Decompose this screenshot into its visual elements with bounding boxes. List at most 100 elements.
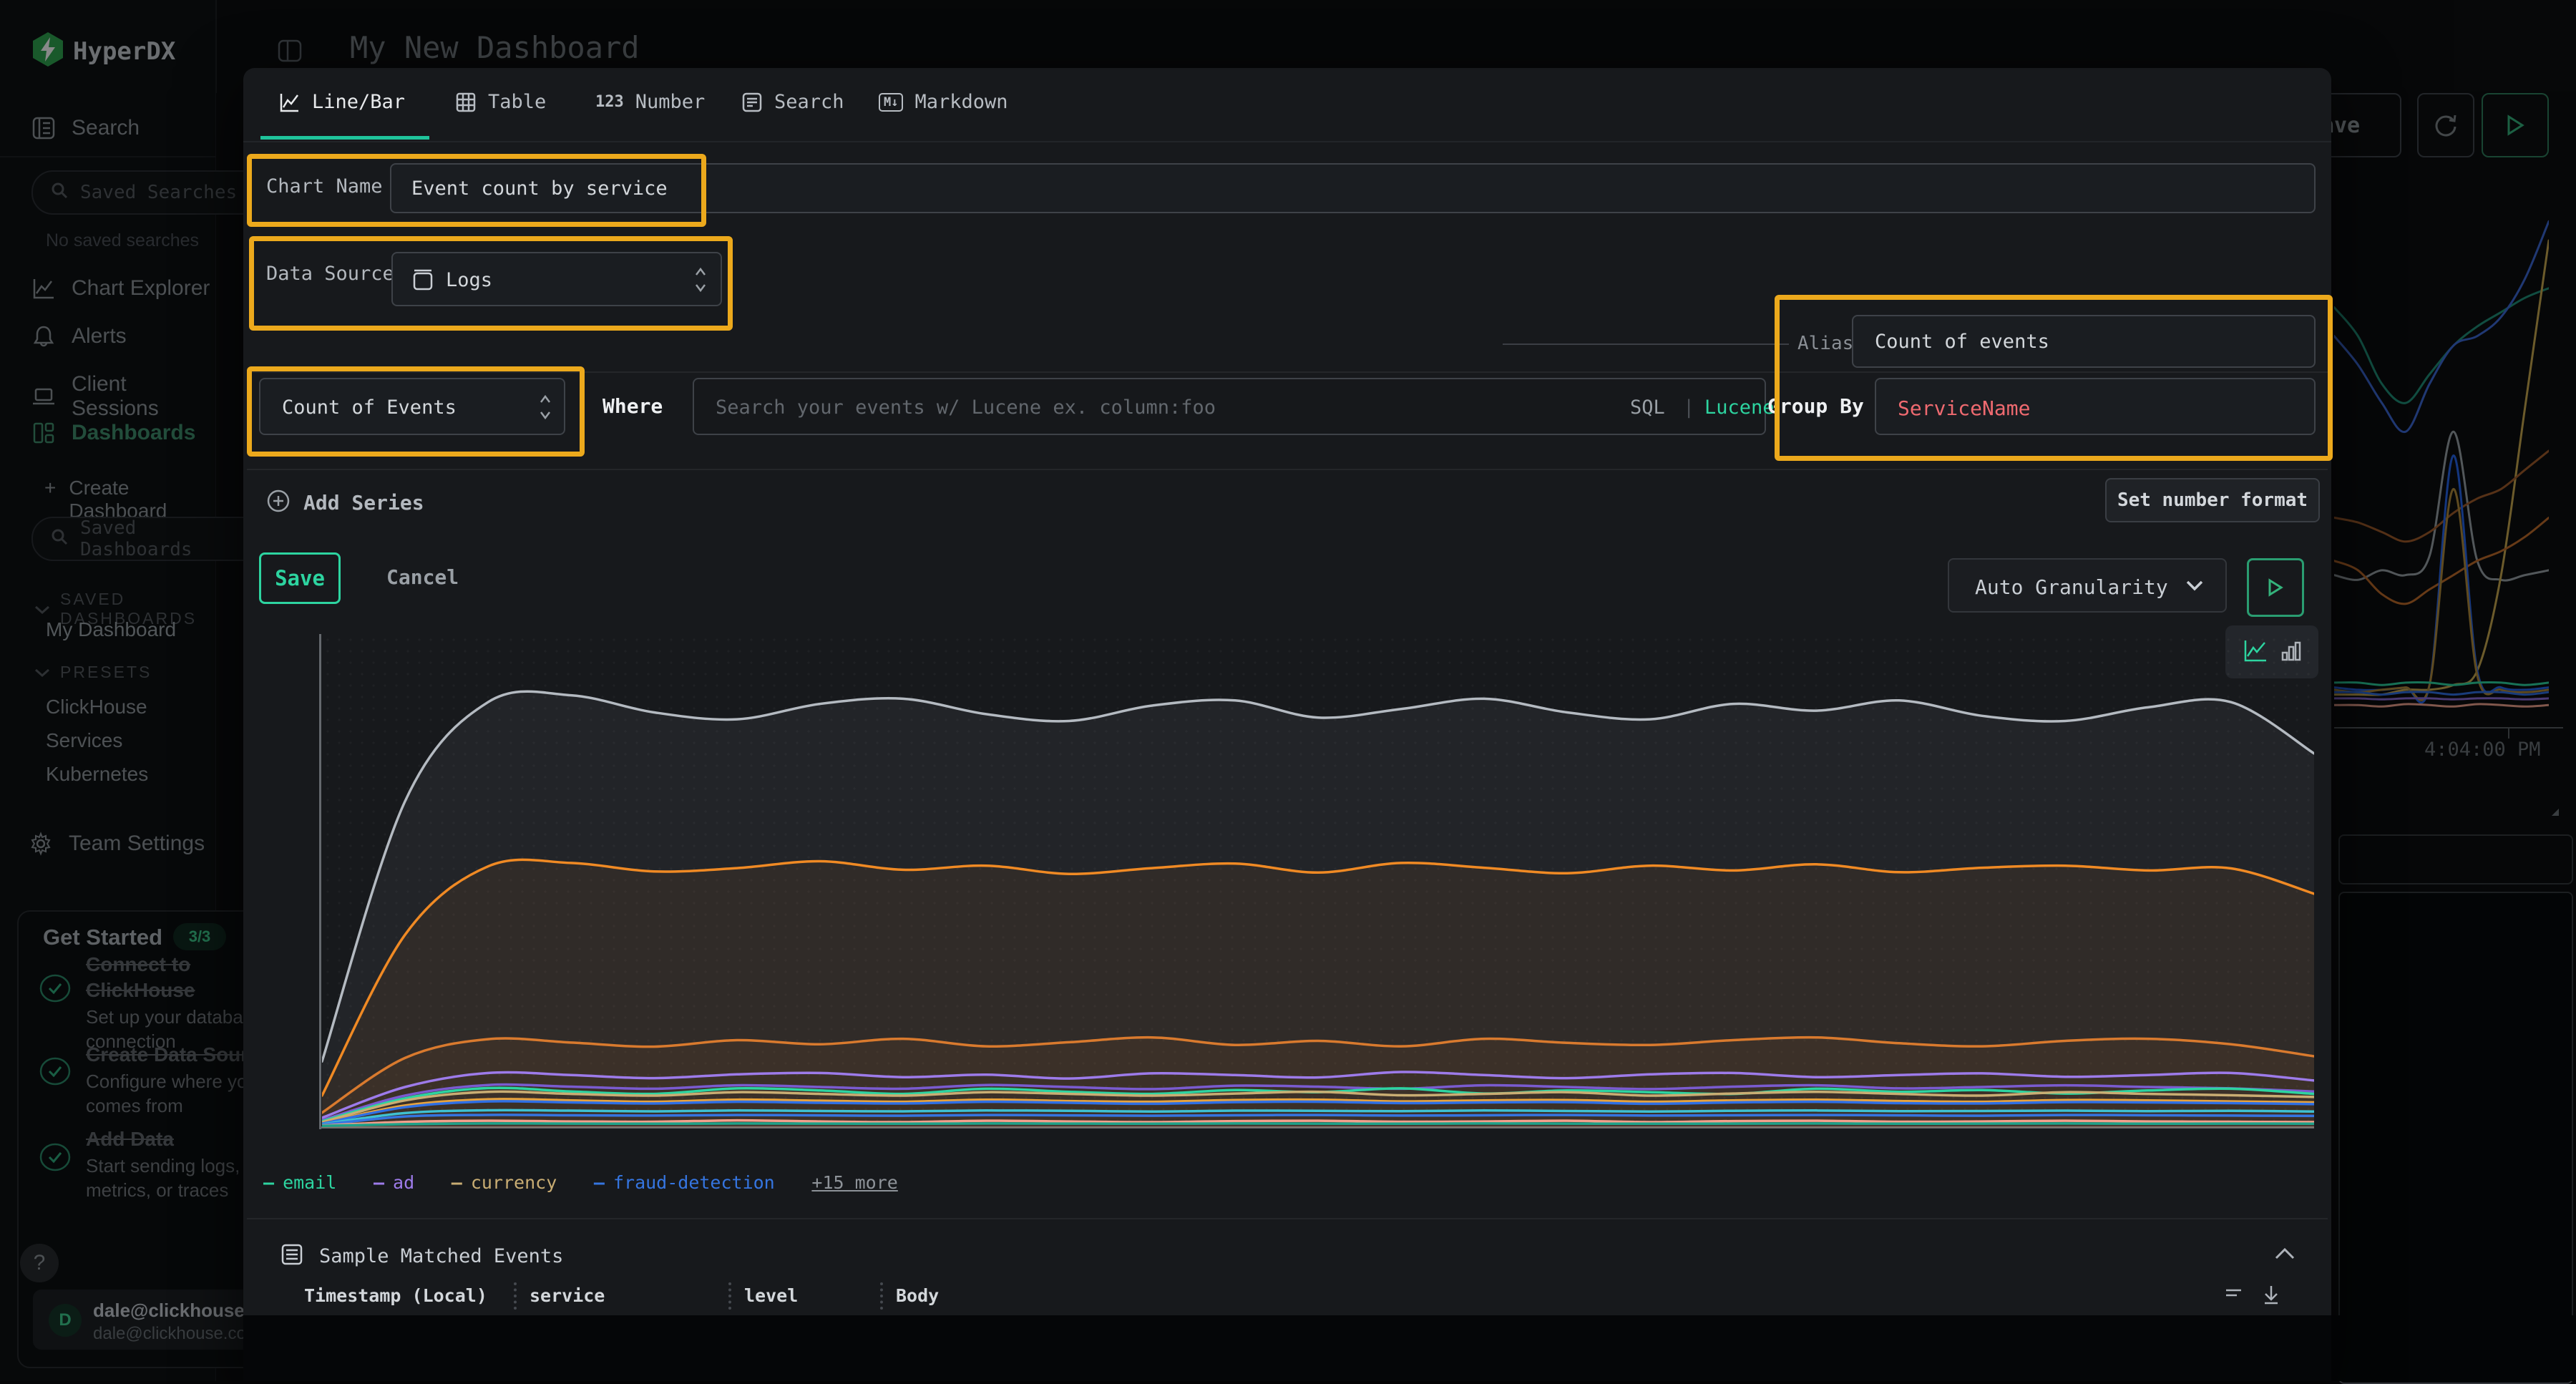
- no-saved-searches-text: No saved searches: [46, 230, 199, 251]
- chart-run-button[interactable]: [2247, 558, 2304, 617]
- column-separator[interactable]: [880, 1282, 883, 1310]
- legend-more-link[interactable]: +15 more: [811, 1172, 897, 1193]
- page-title: My New Dashboard: [350, 30, 640, 65]
- sidebar-item-my-dashboard[interactable]: My Dashboard: [46, 618, 176, 641]
- column-header-body[interactable]: Body: [896, 1285, 939, 1306]
- aggregation-select[interactable]: Count of Events: [259, 378, 565, 435]
- chevron-down-icon: [34, 600, 50, 619]
- tab-line-bar[interactable]: Line/Bar: [279, 91, 405, 113]
- gear-icon: [29, 832, 53, 856]
- save-button[interactable]: Save: [259, 552, 341, 604]
- sidebar-item-search[interactable]: Search: [31, 116, 140, 140]
- tab-label: Number: [635, 91, 706, 113]
- legend-swatch: —: [452, 1172, 462, 1193]
- data-source-select[interactable]: Logs: [391, 252, 722, 306]
- tab-markdown[interactable]: M↓ Markdown: [879, 91, 1008, 113]
- download-icon[interactable]: [2261, 1283, 2281, 1309]
- check-circle-icon: [39, 1142, 72, 1172]
- alias-input[interactable]: Count of events: [1852, 315, 2316, 368]
- tab-table[interactable]: Table: [455, 91, 546, 113]
- chart-name-input[interactable]: Event count by service: [390, 163, 2316, 213]
- sql-mode-toggle[interactable]: SQL: [1630, 396, 1665, 419]
- refresh-icon: [2431, 111, 2460, 140]
- background-chart-tick: [2508, 727, 2509, 739]
- sidebar-item-label: Client Sessions: [72, 372, 215, 421]
- mode-separator: |: [1683, 396, 1694, 419]
- collapse-chevron-up-icon[interactable]: [2274, 1247, 2296, 1263]
- granularity-value: Auto Granularity: [1975, 575, 2168, 599]
- section-label: PRESETS: [60, 663, 152, 682]
- section-divider: [247, 371, 2328, 373]
- tab-label: Line/Bar: [312, 91, 405, 113]
- number-123-icon: 123: [595, 93, 624, 111]
- legend-item[interactable]: — fraud-detection: [594, 1172, 775, 1193]
- background-chart-time-label: 4:04:00 PM: [2424, 739, 2541, 761]
- chart-name-label: Chart Name: [266, 175, 383, 198]
- sidebar-item-team-settings[interactable]: Team Settings: [29, 832, 205, 856]
- tab-label: Markdown: [914, 91, 1008, 113]
- sort-icon[interactable]: [2224, 1286, 2248, 1309]
- y-axis-line: [319, 634, 321, 1129]
- legend-item[interactable]: — ad: [374, 1172, 414, 1193]
- panel-resize-handle[interactable]: [2545, 801, 2560, 817]
- where-label: Where: [602, 394, 663, 418]
- check-circle-icon: [39, 973, 72, 1003]
- column-header-level[interactable]: level: [744, 1285, 798, 1306]
- hyperdx-logo-icon[interactable]: [31, 31, 64, 67]
- get-started-title: Get Started: [43, 925, 162, 950]
- bell-icon: [31, 324, 56, 349]
- refresh-button[interactable]: [2417, 93, 2474, 157]
- group-by-input[interactable]: ServiceName: [1875, 378, 2316, 435]
- section-presets[interactable]: PRESETS: [34, 663, 152, 682]
- list-icon: [280, 1243, 303, 1269]
- legend-item[interactable]: — email: [263, 1172, 336, 1193]
- lucene-mode-toggle[interactable]: Lucene: [1704, 396, 1775, 419]
- alias-value: Count of events: [1875, 331, 2314, 353]
- create-dashboard-button[interactable]: + Create Dashboard: [44, 477, 215, 522]
- line-chart-icon: [31, 276, 56, 301]
- markdown-icon: M↓: [879, 93, 903, 112]
- magnifier-icon: [50, 527, 69, 551]
- column-header-timestamp[interactable]: Timestamp (Local): [304, 1285, 487, 1306]
- help-button[interactable]: ?: [20, 1244, 59, 1282]
- saved-searches-input[interactable]: Saved Searches: [31, 170, 276, 215]
- add-series-button[interactable]: Add Series: [266, 489, 424, 516]
- dashboard-run-button[interactable]: [2482, 93, 2549, 157]
- sidebar-item-services[interactable]: Services: [46, 729, 122, 752]
- legend-label: email: [283, 1172, 336, 1193]
- background-panel-box: [2338, 834, 2573, 885]
- column-separator[interactable]: [514, 1282, 517, 1310]
- sidebar-item-client-sessions[interactable]: Client Sessions: [31, 372, 215, 421]
- main-chart-svg[interactable]: [322, 634, 2314, 1128]
- play-icon: [2268, 578, 2283, 597]
- sidebar-item-label: Dashboards: [72, 421, 195, 445]
- chevron-down-icon: [34, 663, 50, 682]
- sidebar-item-dashboards[interactable]: Dashboards: [31, 421, 195, 445]
- tab-number[interactable]: 123 Number: [595, 91, 705, 113]
- saved-dashboards-input[interactable]: Saved Dashboards: [31, 517, 276, 561]
- magnifier-icon: [50, 181, 69, 205]
- cancel-button[interactable]: Cancel: [386, 565, 459, 589]
- legend-item[interactable]: — currency: [452, 1172, 557, 1193]
- column-separator[interactable]: [728, 1282, 731, 1310]
- select-chevrons-icon: [693, 263, 708, 299]
- set-number-format-button[interactable]: Set number format: [2105, 478, 2320, 522]
- aggregation-value: Count of Events: [282, 396, 457, 419]
- where-placeholder: Search your events w/ Lucene ex. column:…: [716, 396, 1216, 419]
- sidebar-item-clickhouse[interactable]: ClickHouse: [46, 696, 147, 718]
- column-header-service[interactable]: service: [530, 1285, 605, 1306]
- sample-events-title: Sample Matched Events: [319, 1245, 563, 1267]
- background-panel-box: [2338, 892, 2573, 1384]
- sidebar-item-kubernetes[interactable]: Kubernetes: [46, 763, 148, 786]
- sidebar-item-alerts[interactable]: Alerts: [31, 324, 127, 349]
- sample-events-header[interactable]: Sample Matched Events: [280, 1243, 563, 1269]
- add-series-label: Add Series: [303, 491, 424, 515]
- sidebar-item-chart-explorer[interactable]: Chart Explorer: [31, 276, 210, 301]
- tab-search[interactable]: Search: [741, 91, 844, 113]
- sidebar-collapse-icon[interactable]: [276, 37, 303, 64]
- where-input[interactable]: Search your events w/ Lucene ex. column:…: [693, 378, 1766, 435]
- tab-label: Search: [774, 91, 844, 113]
- background-chart-axis: [2334, 727, 2563, 728]
- tab-label: Table: [488, 91, 546, 113]
- granularity-select[interactable]: Auto Granularity: [1948, 558, 2227, 613]
